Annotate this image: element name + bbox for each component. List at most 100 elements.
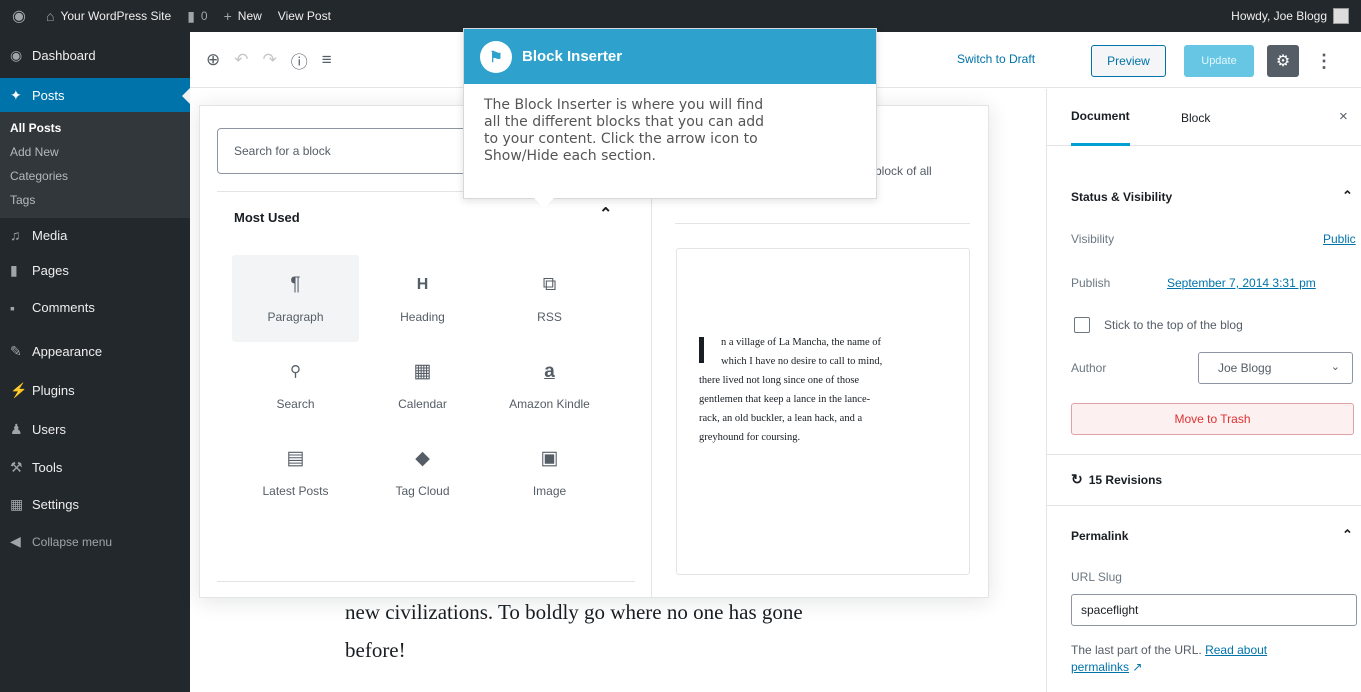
outline-icon[interactable]: ≡ bbox=[322, 50, 332, 70]
site-name-link[interactable]: ⌂ Your WordPress Site bbox=[38, 0, 179, 32]
preview-button[interactable]: Preview bbox=[1091, 45, 1166, 77]
wordpress-logo-icon[interactable]: ◉ bbox=[0, 0, 38, 32]
revisions-label: 15 Revisions bbox=[1088, 472, 1163, 487]
block-item-image[interactable]: ▣ Image bbox=[486, 429, 613, 516]
preview-line: rack, an old buckler, a lean hack, and a bbox=[699, 413, 863, 424]
sidebar-item-comments[interactable]: ▪ Comments bbox=[0, 289, 190, 326]
block-label: Heading bbox=[400, 309, 445, 324]
sidebar-item-appearance[interactable]: ✎ Appearance bbox=[0, 332, 190, 371]
block-preview-card: n a village of La Mancha, the name of wh… bbox=[676, 248, 970, 575]
block-item-rss[interactable]: ⧉ RSS bbox=[486, 255, 613, 342]
publish-date-link[interactable]: September 7, 2014 3:31 pm bbox=[1167, 276, 1316, 290]
sidebar-item-label: Posts bbox=[32, 87, 65, 103]
update-button[interactable]: Update bbox=[1184, 45, 1254, 77]
block-item-heading[interactable]: H Heading bbox=[359, 255, 486, 342]
paragraph-icon: ¶ bbox=[290, 273, 301, 295]
info-icon[interactable]: ⓘ bbox=[291, 48, 308, 73]
content-paragraph-line[interactable]: new civilizations. To boldly go where no… bbox=[345, 593, 803, 631]
block-label: RSS bbox=[537, 309, 562, 324]
external-link-icon: ↗ bbox=[1132, 660, 1143, 674]
visibility-label: Visibility bbox=[1071, 232, 1115, 246]
add-block-icon[interactable]: ⊕ bbox=[206, 50, 220, 70]
status-visibility-title[interactable]: Status & Visibility bbox=[1071, 190, 1172, 204]
submenu-tags[interactable]: Tags bbox=[0, 188, 190, 212]
dashboard-icon: ◉ bbox=[10, 46, 23, 63]
read-about-link[interactable]: Read about bbox=[1205, 643, 1267, 657]
more-options-icon[interactable]: ⋮ bbox=[1314, 45, 1334, 77]
redo-icon[interactable]: ↷ bbox=[263, 50, 277, 70]
undo-icon[interactable]: ↶ bbox=[234, 50, 248, 70]
collapse-menu-button[interactable]: ◀ Collapse menu bbox=[0, 523, 190, 560]
block-item-search[interactable]: ⚲ Search bbox=[232, 342, 359, 429]
sidebar-item-tools[interactable]: ⚒ Tools bbox=[0, 449, 190, 486]
url-slug-input[interactable]: spaceflight bbox=[1071, 594, 1357, 626]
sidebar-item-plugins[interactable]: ⚡ Plugins bbox=[0, 371, 190, 410]
switch-to-draft-button[interactable]: Switch to Draft bbox=[957, 52, 1035, 66]
tooltip-arrow bbox=[534, 198, 554, 208]
submenu-add-new[interactable]: Add New bbox=[0, 140, 190, 164]
chevron-down-icon: ⌄ bbox=[1330, 361, 1340, 373]
sidebar-item-media[interactable]: ♫ Media bbox=[0, 218, 190, 252]
sidebar-item-label: Plugins bbox=[32, 383, 75, 398]
tooltip-title: Block Inserter bbox=[522, 48, 623, 65]
block-item-calendar[interactable]: ▦ Calendar bbox=[359, 342, 486, 429]
sidebar-item-label: Users bbox=[32, 422, 66, 437]
image-icon: ▣ bbox=[540, 447, 559, 469]
brush-icon: ✎ bbox=[10, 343, 22, 359]
revisions-link[interactable]: ↻ 15 Revisions bbox=[1071, 471, 1162, 488]
content-paragraph-line[interactable]: before! bbox=[345, 631, 803, 669]
view-post-link[interactable]: View Post bbox=[270, 0, 339, 32]
divider bbox=[1047, 454, 1361, 455]
settings-toggle-button[interactable]: ⚙ bbox=[1267, 45, 1299, 77]
sidebar-item-label: Appearance bbox=[32, 344, 103, 359]
sidebar-item-label: Tools bbox=[32, 460, 63, 475]
comments-link[interactable]: ▮ 0 bbox=[179, 0, 215, 32]
chevron-up-icon[interactable]: ⌃ bbox=[599, 204, 612, 224]
block-label: Latest Posts bbox=[262, 483, 329, 498]
heading-icon: H bbox=[416, 275, 429, 293]
help-text: The last part of the URL. bbox=[1071, 643, 1202, 657]
site-name: Your WordPress Site bbox=[60, 9, 172, 23]
sidebar-item-posts[interactable]: ✦ Posts bbox=[0, 78, 190, 112]
sidebar-item-settings[interactable]: ▦ Settings bbox=[0, 486, 190, 523]
block-grid: ¶ Paragraph H Heading ⧉ RSS ⚲ Search ▦ C… bbox=[232, 255, 613, 516]
visibility-link[interactable]: Public bbox=[1323, 232, 1356, 246]
move-to-trash-button[interactable]: Move to Trash bbox=[1071, 403, 1354, 435]
block-item-amazon-kindle[interactable]: a Amazon Kindle bbox=[486, 342, 613, 429]
amazon-icon: a bbox=[544, 360, 555, 382]
sidebar-item-users[interactable]: ♟ Users bbox=[0, 410, 190, 449]
chevron-up-icon[interactable]: ⌃ bbox=[1342, 188, 1353, 204]
sticky-label[interactable]: Stick to the top of the blog bbox=[1104, 318, 1243, 332]
permalink-title[interactable]: Permalink bbox=[1071, 529, 1128, 543]
submenu-categories[interactable]: Categories bbox=[0, 164, 190, 188]
slug-help-text: The last part of the URL. Read about per… bbox=[1071, 642, 1351, 676]
permalinks-link[interactable]: permalinks bbox=[1071, 660, 1129, 674]
block-item-paragraph[interactable]: ¶ Paragraph bbox=[232, 255, 359, 342]
sidebar-item-label: Media bbox=[32, 227, 68, 243]
url-slug-label: URL Slug bbox=[1071, 570, 1122, 584]
block-label: Tag Cloud bbox=[395, 483, 450, 498]
new-content-link[interactable]: + New bbox=[216, 0, 270, 32]
home-icon: ⌂ bbox=[46, 8, 55, 24]
tab-document[interactable]: Document bbox=[1071, 89, 1130, 146]
comments-count: 0 bbox=[200, 9, 208, 23]
comments-icon: ▪ bbox=[10, 299, 15, 316]
tab-block[interactable]: Block bbox=[1181, 89, 1210, 146]
sidebar-item-dashboard[interactable]: ◉ Dashboard bbox=[0, 38, 190, 72]
block-preview-description: block of all bbox=[875, 164, 932, 178]
most-used-section-title[interactable]: Most Used bbox=[234, 210, 300, 225]
view-post-label: View Post bbox=[277, 9, 331, 23]
block-label: Amazon Kindle bbox=[509, 396, 590, 411]
divider bbox=[217, 581, 635, 582]
comment-icon: ▮ bbox=[187, 7, 195, 24]
block-item-tag-cloud[interactable]: ◆ Tag Cloud bbox=[359, 429, 486, 516]
author-select[interactable]: Joe Blogg ⌄ bbox=[1198, 352, 1353, 384]
sidebar-item-pages[interactable]: ▮ Pages bbox=[0, 252, 190, 289]
submenu-all-posts[interactable]: All Posts bbox=[0, 116, 190, 140]
howdy-text: Howdy, Joe Blogg bbox=[1231, 9, 1327, 23]
chevron-up-icon[interactable]: ⌃ bbox=[1342, 527, 1353, 543]
close-icon[interactable]: × bbox=[1339, 108, 1348, 125]
sticky-checkbox[interactable] bbox=[1074, 317, 1090, 333]
block-item-latest-posts[interactable]: ▤ Latest Posts bbox=[232, 429, 359, 516]
account-menu[interactable]: Howdy, Joe Blogg bbox=[1223, 0, 1357, 32]
